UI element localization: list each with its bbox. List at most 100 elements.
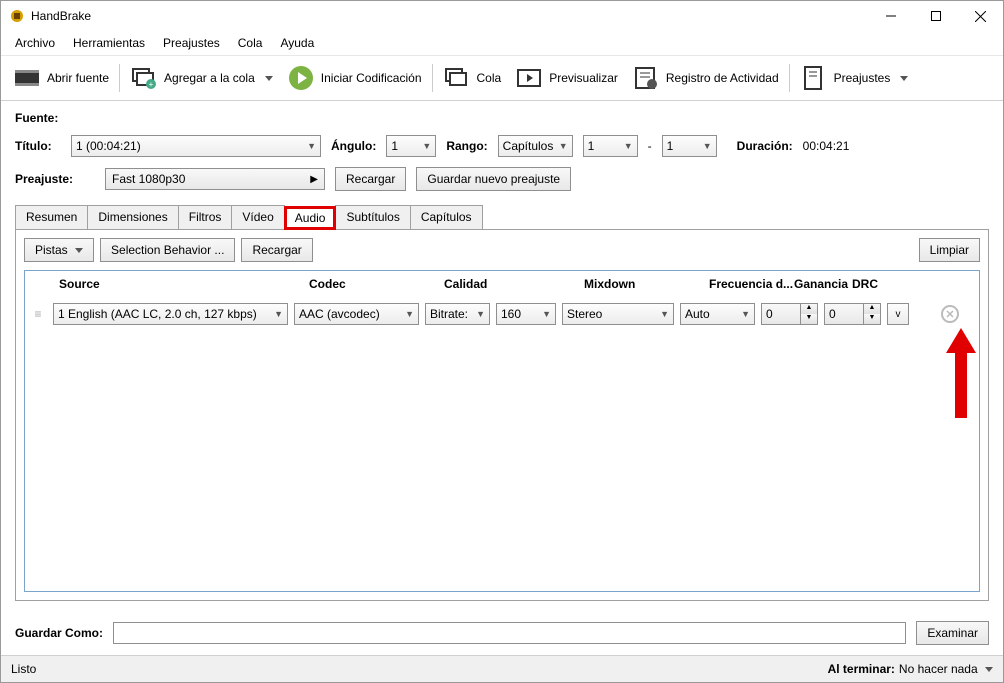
duration-label: Duración: [737,139,793,153]
tab-audio[interactable]: Audio [284,206,337,230]
audio-track-row: ≡ 1 English (AAC LC, 2.0 ch, 127 kbps)▼ … [25,297,979,331]
audio-tab-content: Pistas Selection Behavior ... Recargar L… [15,230,989,601]
drc-up[interactable]: ▲ [864,304,880,314]
log-icon [632,64,660,92]
close-icon: ✕ [945,308,954,321]
range-label: Rango: [446,139,487,153]
svg-text:+: + [149,80,154,89]
add-queue-icon: + [130,64,158,92]
preset-save-new-button[interactable]: Guardar nuevo preajuste [416,167,571,191]
track-source-select[interactable]: 1 English (AAC LC, 2.0 ch, 127 kbps)▼ [53,303,288,325]
preview-button[interactable]: Previsualizar [511,62,622,94]
maximize-button[interactable] [913,1,958,31]
track-mixdown-select[interactable]: Stereo▼ [562,303,674,325]
track-gain-spinner[interactable]: ▲▼ [761,303,818,325]
track-samplerate-value: Auto [685,307,710,321]
header-source: Source [59,277,309,291]
source-label: Fuente: [15,111,58,125]
track-quality-mode-value: Bitrate: [430,307,468,321]
save-as-input[interactable] [113,622,906,644]
title-label: Título: [15,139,61,153]
queue-button[interactable]: Cola [439,62,506,94]
tab-chapters[interactable]: Capítulos [410,205,483,229]
track-bitrate-select[interactable]: 160▼ [496,303,556,325]
add-queue-button[interactable]: + Agregar a la cola [126,62,277,94]
title-value: 1 (00:04:21) [76,139,141,153]
when-done-dropdown[interactable]: No hacer nada [899,662,993,676]
tab-summary[interactable]: Resumen [15,205,88,229]
angle-select[interactable]: 1▼ [386,135,436,157]
title-select[interactable]: 1 (00:04:21) ▼ [71,135,321,157]
menu-tools[interactable]: Herramientas [65,33,153,53]
selection-behavior-button[interactable]: Selection Behavior ... [100,238,235,262]
film-icon [13,64,41,92]
start-encode-button[interactable]: Iniciar Codificación [283,62,426,94]
range-from-select[interactable]: 1▼ [583,135,638,157]
browse-button[interactable]: Examinar [916,621,989,645]
tab-subtitles[interactable]: Subtítulos [335,205,410,229]
preset-reload-button[interactable]: Recargar [335,167,406,191]
header-codec: Codec [309,277,444,291]
track-bitrate-value: 160 [501,307,521,321]
menu-help[interactable]: Ayuda [272,33,322,53]
presets-label: Preajustes [834,71,891,85]
presets-dropdown[interactable] [896,71,908,85]
header-gain: Ganancia [794,277,852,291]
angle-value: 1 [391,139,398,153]
play-icon [287,64,315,92]
activity-log-button[interactable]: Registro de Actividad [628,62,783,94]
track-drc-spinner[interactable]: ▲▼ [824,303,881,325]
gain-up[interactable]: ▲ [801,304,817,314]
range-from-value: 1 [588,139,595,153]
save-row: Guardar Como: Examinar [1,611,1003,655]
range-type-value: Capítulos [503,139,554,153]
menubar: Archivo Herramientas Preajustes Cola Ayu… [1,31,1003,56]
preset-label: Preajuste: [15,172,95,186]
toolbar: Abrir fuente + Agregar a la cola Iniciar… [1,56,1003,101]
save-as-label: Guardar Como: [15,626,103,640]
menu-presets[interactable]: Preajustes [155,33,228,53]
activity-log-label: Registro de Actividad [666,71,779,85]
tracks-dropdown-button[interactable]: Pistas [24,238,94,262]
presets-button[interactable]: Preajustes [796,62,913,94]
track-expand-button[interactable]: v [887,303,909,325]
menu-file[interactable]: Archivo [7,33,63,53]
add-queue-dropdown[interactable] [261,71,273,85]
track-source-value: 1 English (AAC LC, 2.0 ch, 127 kbps) [58,307,257,321]
track-codec-value: AAC (avcodec) [299,307,380,321]
track-expand-label: v [896,309,901,320]
header-drc: DRC [852,277,882,291]
angle-label: Ángulo: [331,139,376,153]
audio-track-grid: Source Codec Calidad Mixdown Frecuencia … [24,270,980,592]
header-samplerate: Frecuencia d... [709,277,794,291]
preset-select[interactable]: Fast 1080p30 ▶ [105,168,325,190]
when-done-label: Al terminar: [828,662,895,676]
track-drc-input[interactable] [824,303,864,325]
track-gain-input[interactable] [761,303,801,325]
track-codec-select[interactable]: AAC (avcodec)▼ [294,303,419,325]
preview-label: Previsualizar [549,71,618,85]
drc-down[interactable]: ▼ [864,314,880,324]
track-mixdown-value: Stereo [567,307,602,321]
close-button[interactable] [958,1,1003,31]
range-separator: - [648,139,652,153]
menu-queue[interactable]: Cola [230,33,271,53]
when-done-value: No hacer nada [899,662,978,676]
open-source-button[interactable]: Abrir fuente [9,62,113,94]
header-quality: Calidad [444,277,584,291]
clear-button[interactable]: Limpiar [919,238,980,262]
range-type-select[interactable]: Capítulos▼ [498,135,573,157]
track-quality-mode-select[interactable]: Bitrate:▼ [425,303,490,325]
tab-filters[interactable]: Filtros [178,205,233,229]
range-to-select[interactable]: 1▼ [662,135,717,157]
gain-down[interactable]: ▼ [801,314,817,324]
tab-dimensions[interactable]: Dimensiones [87,205,178,229]
drag-handle-icon[interactable]: ≡ [29,307,47,321]
queue-label: Cola [477,71,502,85]
titlebar: HandBrake [1,1,1003,31]
tab-video[interactable]: Vídeo [231,205,284,229]
track-remove-button[interactable]: ✕ [941,305,959,323]
audio-reload-button[interactable]: Recargar [241,238,312,262]
track-samplerate-select[interactable]: Auto▼ [680,303,755,325]
minimize-button[interactable] [868,1,913,31]
